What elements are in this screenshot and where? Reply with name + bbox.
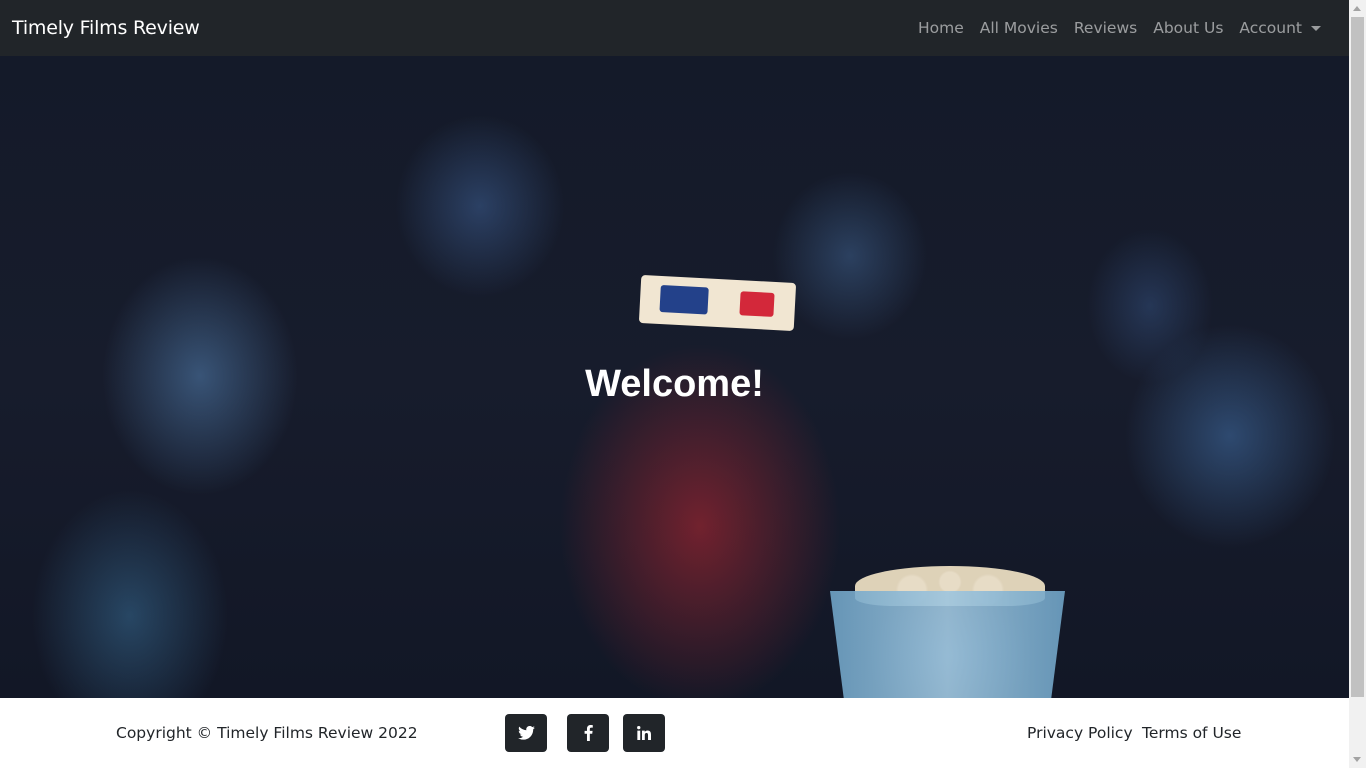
vertical-scrollbar[interactable] (1349, 0, 1366, 768)
scrollbar-thumb[interactable] (1351, 17, 1364, 697)
top-navbar: Timely Films Review Home All Movies Revi… (0, 0, 1349, 56)
nav-link-about-us[interactable]: About Us (1145, 11, 1231, 45)
nav-link-reviews[interactable]: Reviews (1066, 11, 1145, 45)
scroll-up-arrow-icon[interactable] (1353, 6, 1361, 11)
scroll-down-arrow-icon[interactable] (1353, 757, 1361, 762)
twitter-icon (517, 726, 535, 740)
privacy-policy-link[interactable]: Privacy Policy (1027, 724, 1133, 742)
3d-glasses-illustration (638, 274, 797, 332)
caret-down-icon (1311, 25, 1321, 31)
nav-menu: Home All Movies Reviews About Us Account (910, 11, 1337, 45)
page-footer: Copyright © Timely Films Review 2022 Pri… (0, 698, 1349, 768)
red-lens (739, 291, 775, 317)
linkedin-button[interactable] (623, 714, 665, 752)
hero-banner: Welcome! (0, 56, 1349, 698)
linkedin-icon (637, 726, 651, 740)
account-label: Account (1239, 19, 1302, 37)
hero-heading: Welcome! (585, 363, 764, 405)
facebook-icon (584, 725, 593, 741)
terms-of-use-link[interactable]: Terms of Use (1142, 724, 1241, 742)
nav-link-home[interactable]: Home (910, 11, 972, 45)
brand-logo-link[interactable]: Timely Films Review (12, 17, 200, 39)
nav-link-all-movies[interactable]: All Movies (972, 11, 1066, 45)
popcorn-bucket-illustration (830, 591, 1065, 698)
copyright-text: Copyright © Timely Films Review 2022 (116, 724, 418, 742)
blue-lens (659, 285, 709, 315)
facebook-button[interactable] (567, 714, 609, 752)
account-dropdown-toggle[interactable]: Account (1231, 11, 1329, 45)
twitter-button[interactable] (505, 714, 547, 752)
